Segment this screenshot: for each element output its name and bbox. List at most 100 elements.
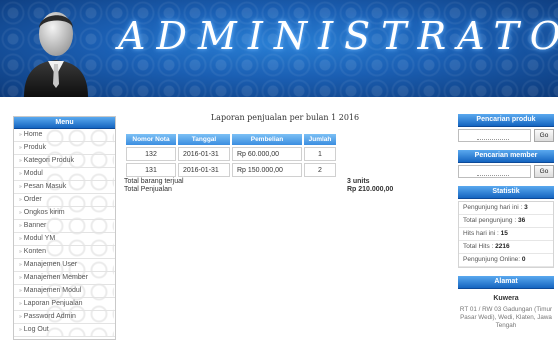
menu-item-manajemen-modul[interactable]: » Manajemen Modul: [14, 285, 115, 298]
member-search-header: Pencarian member: [458, 150, 554, 163]
menu-item-label: Log Out: [23, 326, 49, 333]
menu-item-label: Kategori Produk: [23, 157, 74, 164]
menu-item-label: Konten: [23, 248, 46, 255]
arrow-icon: »: [19, 236, 22, 242]
menu-item-manajemen-user[interactable]: » Manajemen User: [14, 259, 115, 272]
table-cell: 2: [304, 163, 336, 177]
stat-label: Hits hari ini :: [463, 230, 499, 237]
arrow-icon: »: [19, 132, 22, 138]
report-title: Laporan penjualan per bulan 1 2016: [210, 113, 360, 122]
sales-report-table: Nomor Nota Tanggal Pembelian Jumlah 132 …: [124, 132, 338, 179]
arrow-icon: »: [19, 145, 22, 151]
arrow-icon: »: [19, 327, 22, 333]
menu-item-log-out[interactable]: » Log Out: [14, 324, 115, 337]
address-header: Alamat: [458, 276, 554, 289]
menu-item-label: Home: [23, 131, 43, 138]
menu-item-laporan-penjualan[interactable]: » Laporan Penjualan: [14, 298, 115, 311]
menu-item-order[interactable]: » Order: [14, 194, 115, 207]
menu-item-konten[interactable]: » Konten: [14, 246, 115, 259]
arrow-icon: »: [19, 249, 22, 255]
arrow-icon: »: [19, 158, 22, 164]
table-row: 131 2016-01-31 Rp 150.000,00 2: [126, 163, 336, 177]
arrow-icon: »: [19, 262, 22, 268]
product-search-input[interactable]: [458, 129, 531, 142]
stat-row: Hits hari ini : 15: [459, 228, 553, 241]
product-search-header: Pencarian produk: [458, 114, 554, 127]
table-row: 132 2016-01-31 Rp 60.000,00 1: [126, 147, 336, 161]
menu-item-banner[interactable]: » Banner: [14, 220, 115, 233]
table-cell: Rp 150.000,00: [232, 163, 302, 177]
stat-row: Total Hits : 2216: [459, 241, 553, 254]
arrow-icon: »: [19, 210, 22, 216]
menu-item-label: Laporan Penjualan: [23, 300, 83, 307]
menu-item-label: Modul: [23, 170, 43, 177]
stat-row: Total pengunjung : 36: [459, 215, 553, 228]
menu-item-produk[interactable]: » Produk: [14, 142, 115, 155]
column-header: Nomor Nota: [126, 134, 176, 145]
menu-item-label: Manajemen Modul: [23, 287, 82, 294]
column-header: Tanggal: [178, 134, 230, 145]
menu-item-label: Banner: [23, 222, 47, 229]
menu-item-password-admin[interactable]: » Password Admin: [14, 311, 115, 324]
total-items-label: Total barang terjual: [124, 178, 184, 185]
arrow-icon: »: [19, 184, 22, 190]
menu-item-label: Pesan Masuk: [23, 183, 67, 190]
total-sales-label: Total Penjualan: [124, 186, 172, 193]
table-cell: 1: [304, 147, 336, 161]
menu-item-kategori-produk[interactable]: » Kategori Produk: [14, 155, 115, 168]
menu-item-pesan-masuk[interactable]: » Pesan Masuk: [14, 181, 115, 194]
table-header-row: Nomor Nota Tanggal Pembelian Jumlah: [126, 134, 336, 145]
column-header: Jumlah: [304, 134, 336, 145]
statistics-header: Statistik: [458, 186, 554, 199]
stat-value: 2216: [495, 243, 510, 250]
arrow-icon: »: [19, 288, 22, 294]
stat-value: 36: [517, 217, 526, 224]
stat-value: 3: [524, 204, 528, 211]
table-cell: 2016-01-31: [178, 163, 230, 177]
address-name: Kuwera: [493, 295, 519, 302]
menu-item-home[interactable]: » Home: [14, 129, 115, 142]
member-search-panel: Pencarian member Go: [458, 150, 554, 178]
table-cell: Rp 60.000,00: [232, 147, 302, 161]
menu-item-ongkos-kirim[interactable]: » Ongkos kirim: [14, 207, 115, 220]
menu-item-label: Password Admin: [23, 313, 76, 320]
stat-label: Pengunjung Online:: [463, 256, 521, 263]
product-search-button[interactable]: Go: [534, 129, 554, 142]
menu-item-manajemen-member[interactable]: » Manajemen Member: [14, 272, 115, 285]
arrow-icon: »: [19, 223, 22, 229]
menu-item-modul-ym[interactable]: » Modul YM: [14, 233, 115, 246]
menu-item-label: Order: [23, 196, 42, 203]
stat-row: Pengunjung Online: 0: [459, 254, 553, 267]
member-search-input[interactable]: [458, 165, 531, 178]
banner-title: ADMINISTRATOR: [118, 14, 558, 58]
table-cell: 131: [126, 163, 176, 177]
admin-avatar-icon: [24, 12, 88, 97]
table-cell: 2016-01-31: [178, 147, 230, 161]
stat-label: Total Hits :: [463, 243, 494, 250]
arrow-icon: »: [19, 171, 22, 177]
header-banner: ADMINISTRATOR: [0, 0, 558, 97]
menu-item-modul[interactable]: » Modul: [14, 168, 115, 181]
address-panel: Alamat Kuwera RT 01 / RW 03 Gadungan (Ti…: [458, 276, 554, 330]
product-search-panel: Pencarian produk Go: [458, 114, 554, 142]
total-sales-value: Rp 210.000,00: [347, 186, 394, 193]
menu-item-label: Modul YM: [23, 235, 56, 242]
menu-item-label: Manajemen User: [23, 261, 78, 268]
menu-item-label: Ongkos kirim: [23, 209, 65, 216]
address-text: RT 01 / RW 03 Gadungan (Timur Pasar Wedi…: [459, 306, 553, 329]
stat-value: 15: [500, 230, 508, 237]
arrow-icon: »: [19, 314, 22, 320]
stat-label: Total pengunjung :: [463, 217, 517, 224]
column-header: Pembelian: [232, 134, 302, 145]
statistics-panel: Statistik Pengunjung hari ini : 3 Total …: [458, 186, 554, 268]
table-cell: 132: [126, 147, 176, 161]
menu-item-label: Produk: [23, 144, 46, 151]
menu-item-label: Manajemen Member: [23, 274, 88, 281]
main-menu: Menu » Home » Produk » Kategori Produk » Mod…: [13, 116, 116, 340]
arrow-icon: »: [19, 197, 22, 203]
total-items-value: 3 units: [347, 178, 370, 185]
arrow-icon: »: [19, 301, 22, 307]
stat-value: 0: [521, 256, 526, 263]
member-search-button[interactable]: Go: [534, 165, 554, 178]
stat-row: Pengunjung hari ini : 3: [459, 202, 553, 215]
